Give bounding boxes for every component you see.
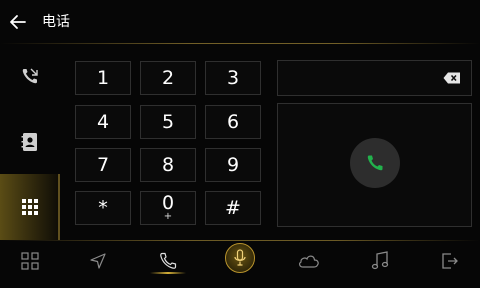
dock-active-indicator	[150, 272, 186, 274]
microphone-icon	[234, 249, 246, 266]
sidebar-item-call-log[interactable]	[0, 54, 60, 98]
dock-weather-button[interactable]	[289, 241, 329, 281]
key-6[interactable]: 6	[205, 105, 261, 139]
exit-icon	[442, 253, 458, 269]
key-9[interactable]: 9	[205, 148, 261, 182]
header-bar: 电话	[0, 0, 480, 44]
backspace-icon[interactable]	[443, 72, 461, 84]
dock-exit-button[interactable]	[430, 241, 470, 281]
sidebar	[0, 44, 60, 240]
key-8[interactable]: 8	[140, 148, 196, 182]
phone-handset-icon	[367, 155, 383, 171]
dock-apps-button[interactable]	[10, 241, 50, 281]
dial-number-field[interactable]	[277, 60, 472, 96]
key-2[interactable]: 2	[140, 61, 196, 95]
key-4[interactable]: 4	[75, 105, 131, 139]
apps-grid-icon	[21, 252, 39, 270]
key-star[interactable]: *	[75, 191, 131, 225]
key-5[interactable]: 5	[140, 105, 196, 139]
key-0[interactable]: 0 +	[140, 191, 196, 225]
contacts-icon	[21, 133, 37, 151]
header-divider	[0, 43, 480, 44]
call-button[interactable]	[350, 138, 400, 188]
dock-voice-button[interactable]	[225, 243, 255, 273]
weather-cloud-icon	[299, 255, 319, 268]
call-area	[277, 103, 472, 227]
call-log-icon	[22, 68, 38, 84]
key-3[interactable]: 3	[205, 61, 261, 95]
key-7[interactable]: 7	[75, 148, 131, 182]
key-1[interactable]: 1	[75, 61, 131, 95]
music-note-icon	[371, 251, 389, 270]
sidebar-item-contacts[interactable]	[0, 120, 60, 164]
key-hash[interactable]: #	[205, 191, 261, 225]
back-arrow-icon[interactable]	[8, 12, 28, 32]
sidebar-item-dialpad[interactable]	[0, 174, 60, 240]
dock-music-button[interactable]	[360, 241, 400, 281]
page-title: 电话	[42, 14, 70, 30]
dock-navigation-button[interactable]	[78, 241, 118, 281]
navigation-icon	[90, 253, 106, 269]
phone-icon	[160, 252, 177, 269]
dock-phone-button[interactable]	[148, 241, 188, 281]
dialpad-icon	[22, 199, 38, 215]
